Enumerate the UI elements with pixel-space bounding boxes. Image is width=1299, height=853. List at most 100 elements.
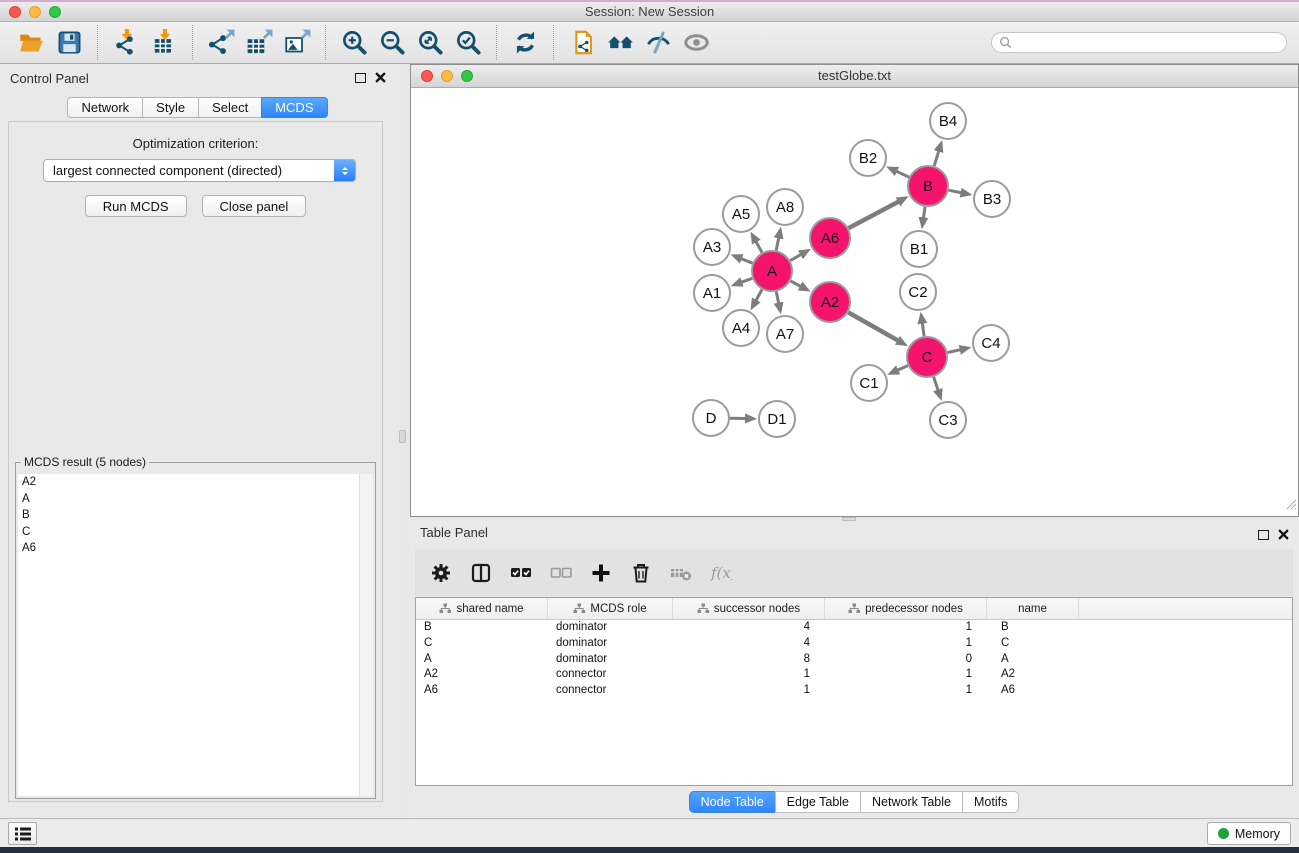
tab-select[interactable]: Select: [198, 97, 262, 118]
close-panel-icon[interactable]: [375, 72, 386, 83]
graph-node-C4[interactable]: C4: [973, 325, 1009, 361]
delete-table-button[interactable]: [669, 561, 693, 585]
column-header-shared-name[interactable]: shared name: [416, 598, 548, 619]
table-row[interactable]: A6connector11A6: [416, 683, 1292, 699]
graph-edge-A-A8[interactable]: [776, 236, 779, 250]
tab-mcds[interactable]: MCDS: [261, 97, 327, 118]
table-tab-node-table[interactable]: Node Table: [689, 791, 776, 813]
zoom-window-button[interactable]: [49, 6, 61, 18]
network-minimize-button[interactable]: [441, 70, 453, 82]
graph-node-A6[interactable]: A6: [810, 218, 850, 258]
divider-grip[interactable]: [399, 430, 406, 443]
import-network-button[interactable]: [107, 24, 145, 62]
columns-button[interactable]: [469, 561, 493, 585]
export-table-button[interactable]: [240, 24, 278, 62]
add-button[interactable]: [589, 561, 613, 585]
search-box[interactable]: [991, 32, 1287, 53]
settings-button[interactable]: [429, 561, 453, 585]
home-neighbors-button[interactable]: [601, 24, 639, 62]
graph-edge-B-B1[interactable]: [923, 207, 925, 220]
result-scrollbar[interactable]: [359, 474, 373, 796]
graph-edge-A-A2[interactable]: [791, 281, 802, 287]
graph-node-A2[interactable]: A2: [810, 282, 850, 322]
graph-node-D[interactable]: D: [693, 400, 729, 436]
network-canvas[interactable]: B4B2BB3A5A8A6A3AB1A1C2A2A4A7CC4C1C3DD1: [411, 88, 1298, 516]
graph-node-C2[interactable]: C2: [900, 274, 936, 310]
graph-node-A3[interactable]: A3: [694, 229, 730, 265]
close-window-button[interactable]: [9, 6, 21, 18]
save-session-button[interactable]: [50, 24, 88, 62]
memory-button[interactable]: Memory: [1207, 822, 1291, 845]
graph-edge-A-A4[interactable]: [755, 289, 762, 301]
network-close-button[interactable]: [421, 70, 433, 82]
vertical-split-divider[interactable]: [396, 64, 410, 818]
table-tab-network-table[interactable]: Network Table: [860, 791, 963, 813]
refresh-layout-button[interactable]: [506, 24, 544, 62]
graph-edge-A-A7[interactable]: [776, 292, 779, 305]
export-image-button[interactable]: [278, 24, 316, 62]
mcds-result-item[interactable]: B: [18, 507, 373, 524]
column-header-successor-nodes[interactable]: successor nodes: [673, 598, 825, 619]
network-zoom-button[interactable]: [461, 70, 473, 82]
close-panel-icon[interactable]: [1278, 529, 1289, 540]
graph-edge-A-A5[interactable]: [755, 240, 762, 252]
open-file-button[interactable]: [12, 24, 50, 62]
graph-node-B[interactable]: B: [908, 166, 948, 206]
tab-style[interactable]: Style: [142, 97, 199, 118]
minimize-window-button[interactable]: [29, 6, 41, 18]
show-graphics-details-button[interactable]: [677, 24, 715, 62]
graph-node-C[interactable]: C: [907, 337, 947, 377]
optimization-criterion-dropdown[interactable]: largest connected component (directed): [43, 159, 356, 182]
graph-node-A7[interactable]: A7: [767, 316, 803, 352]
import-table-button[interactable]: [145, 24, 183, 62]
delete-button[interactable]: [629, 561, 653, 585]
graph-node-B2[interactable]: B2: [850, 140, 886, 176]
close-panel-button[interactable]: Close panel: [202, 195, 307, 217]
tab-network[interactable]: Network: [67, 97, 143, 118]
mcds-result-item[interactable]: C: [18, 524, 373, 541]
mcds-result-item[interactable]: A: [18, 491, 373, 508]
graph-edge-A-A3[interactable]: [740, 258, 753, 263]
table-row[interactable]: Bdominator41B: [416, 620, 1292, 636]
graph-node-B1[interactable]: B1: [901, 231, 937, 267]
zoom-selected-button[interactable]: [449, 24, 487, 62]
graph-node-D1[interactable]: D1: [759, 401, 795, 437]
run-mcds-button[interactable]: Run MCDS: [85, 195, 187, 217]
graph-edge-C-C3[interactable]: [934, 377, 939, 392]
zoom-fit-button[interactable]: [411, 24, 449, 62]
mcds-result-item[interactable]: A6: [18, 540, 373, 557]
table-row[interactable]: Cdominator41C: [416, 636, 1292, 652]
table-tab-edge-table[interactable]: Edge Table: [775, 791, 861, 813]
task-history-button[interactable]: [8, 822, 37, 845]
network-from-document-button[interactable]: [563, 24, 601, 62]
graph-edge-C-C1[interactable]: [896, 366, 907, 371]
table-row[interactable]: A2connector11A2: [416, 667, 1292, 683]
graph-edge-A2-C[interactable]: [848, 312, 899, 341]
column-header-name[interactable]: name: [987, 598, 1079, 619]
window-resize-grip[interactable]: [1284, 497, 1297, 515]
graph-node-C3[interactable]: C3: [930, 402, 966, 438]
graph-edge-C-C2[interactable]: [922, 322, 924, 336]
select-all-button[interactable]: [509, 561, 533, 585]
graph-edge-B-B2[interactable]: [895, 171, 909, 177]
float-panel-icon[interactable]: [355, 73, 366, 83]
graph-node-B4[interactable]: B4: [930, 103, 966, 139]
graph-node-C1[interactable]: C1: [851, 365, 887, 401]
graph-node-A4[interactable]: A4: [723, 310, 759, 346]
graph-node-A1[interactable]: A1: [694, 275, 730, 311]
graph-node-A5[interactable]: A5: [723, 196, 759, 232]
function-builder-button[interactable]: f(x): [709, 561, 733, 585]
hide-graphics-details-button[interactable]: [639, 24, 677, 62]
graph-edge-B-B4[interactable]: [934, 150, 939, 166]
table-tab-motifs[interactable]: Motifs: [962, 791, 1019, 813]
graph-edge-A-A1[interactable]: [740, 278, 752, 282]
column-header-MCDS-role[interactable]: MCDS role: [548, 598, 673, 619]
mcds-result-item[interactable]: A2: [18, 474, 373, 491]
export-network-button[interactable]: [202, 24, 240, 62]
zoom-in-button[interactable]: [335, 24, 373, 62]
graph-edge-C-C4[interactable]: [948, 349, 962, 352]
float-panel-icon[interactable]: [1258, 530, 1269, 540]
graph-node-A8[interactable]: A8: [767, 189, 803, 225]
table-row[interactable]: Adominator80A: [416, 652, 1292, 668]
column-header-predecessor-nodes[interactable]: predecessor nodes: [825, 598, 987, 619]
